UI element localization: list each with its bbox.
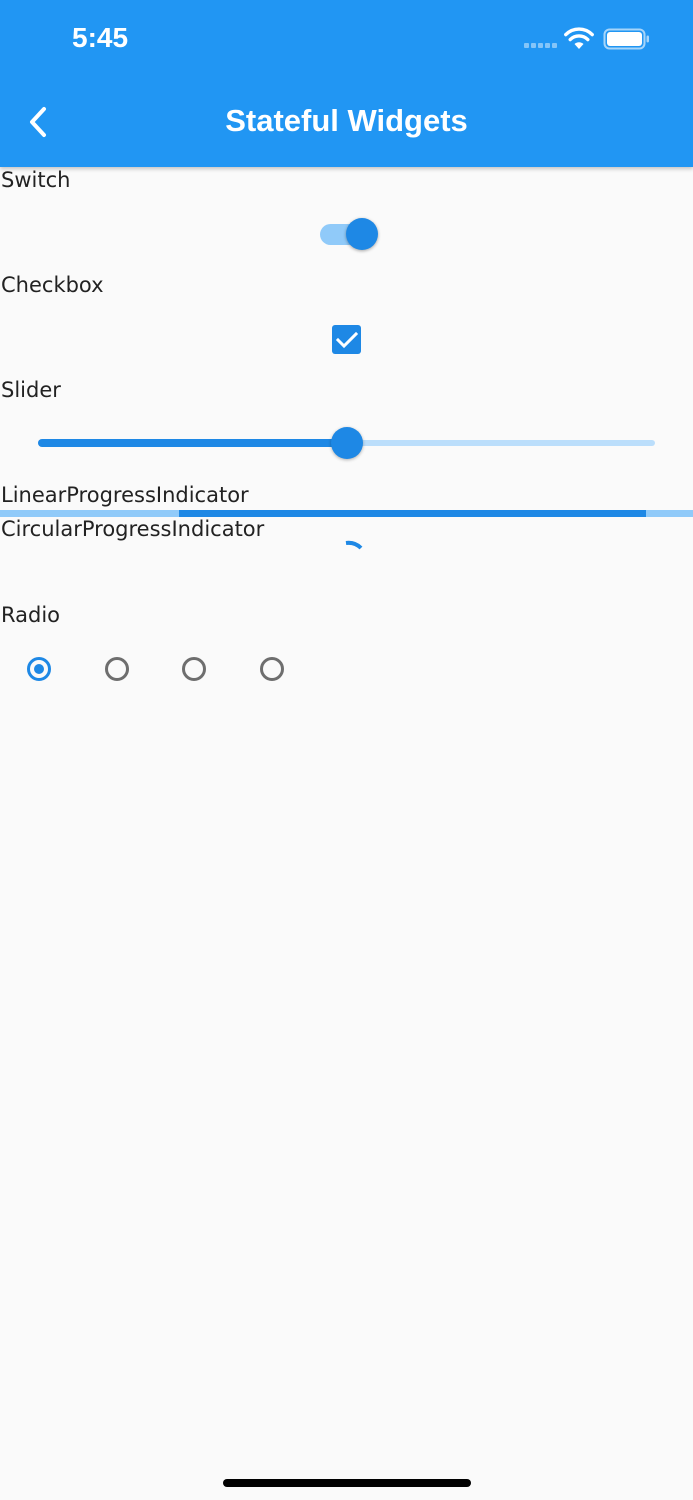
wifi-icon (564, 27, 594, 49)
battery-icon (603, 28, 649, 50)
linear-progress-indicator (0, 510, 693, 517)
radio-button-2[interactable] (93, 645, 141, 693)
cellular-signal-icon (524, 43, 558, 49)
radio-button-1[interactable] (15, 645, 63, 693)
switch-label: Switch (1, 168, 71, 192)
status-time: 5:45 (72, 22, 129, 53)
slider-label: Slider (1, 378, 61, 402)
radio-circle (259, 657, 284, 681)
checkbox[interactable] (332, 325, 361, 354)
check-icon (335, 331, 358, 348)
radio-circle (27, 657, 51, 681)
radio-label: Radio (1, 603, 61, 627)
linear-progress-label: LinearProgressIndicator (1, 483, 249, 507)
home-indicator (223, 1479, 471, 1487)
slider-thumb[interactable] (330, 427, 363, 459)
slider[interactable] (38, 426, 655, 460)
slider-active-track (38, 439, 347, 447)
radio-button-4[interactable] (248, 645, 296, 693)
switch-thumb (346, 218, 378, 250)
checkbox-label: Checkbox (1, 273, 104, 297)
radio-circle (104, 657, 129, 681)
app-bar: 5:45 Stateful Widgets (0, 0, 693, 167)
circular-progress-indicator (345, 540, 363, 550)
radio-button-3[interactable] (170, 645, 218, 693)
page-title: Stateful Widgets (225, 103, 468, 138)
switch-toggle[interactable] (319, 216, 379, 252)
radio-circle (182, 657, 206, 681)
radio-group (0, 645, 300, 693)
circular-progress-label: CircularProgressIndicator (1, 517, 265, 541)
linear-progress-bar (179, 510, 646, 517)
